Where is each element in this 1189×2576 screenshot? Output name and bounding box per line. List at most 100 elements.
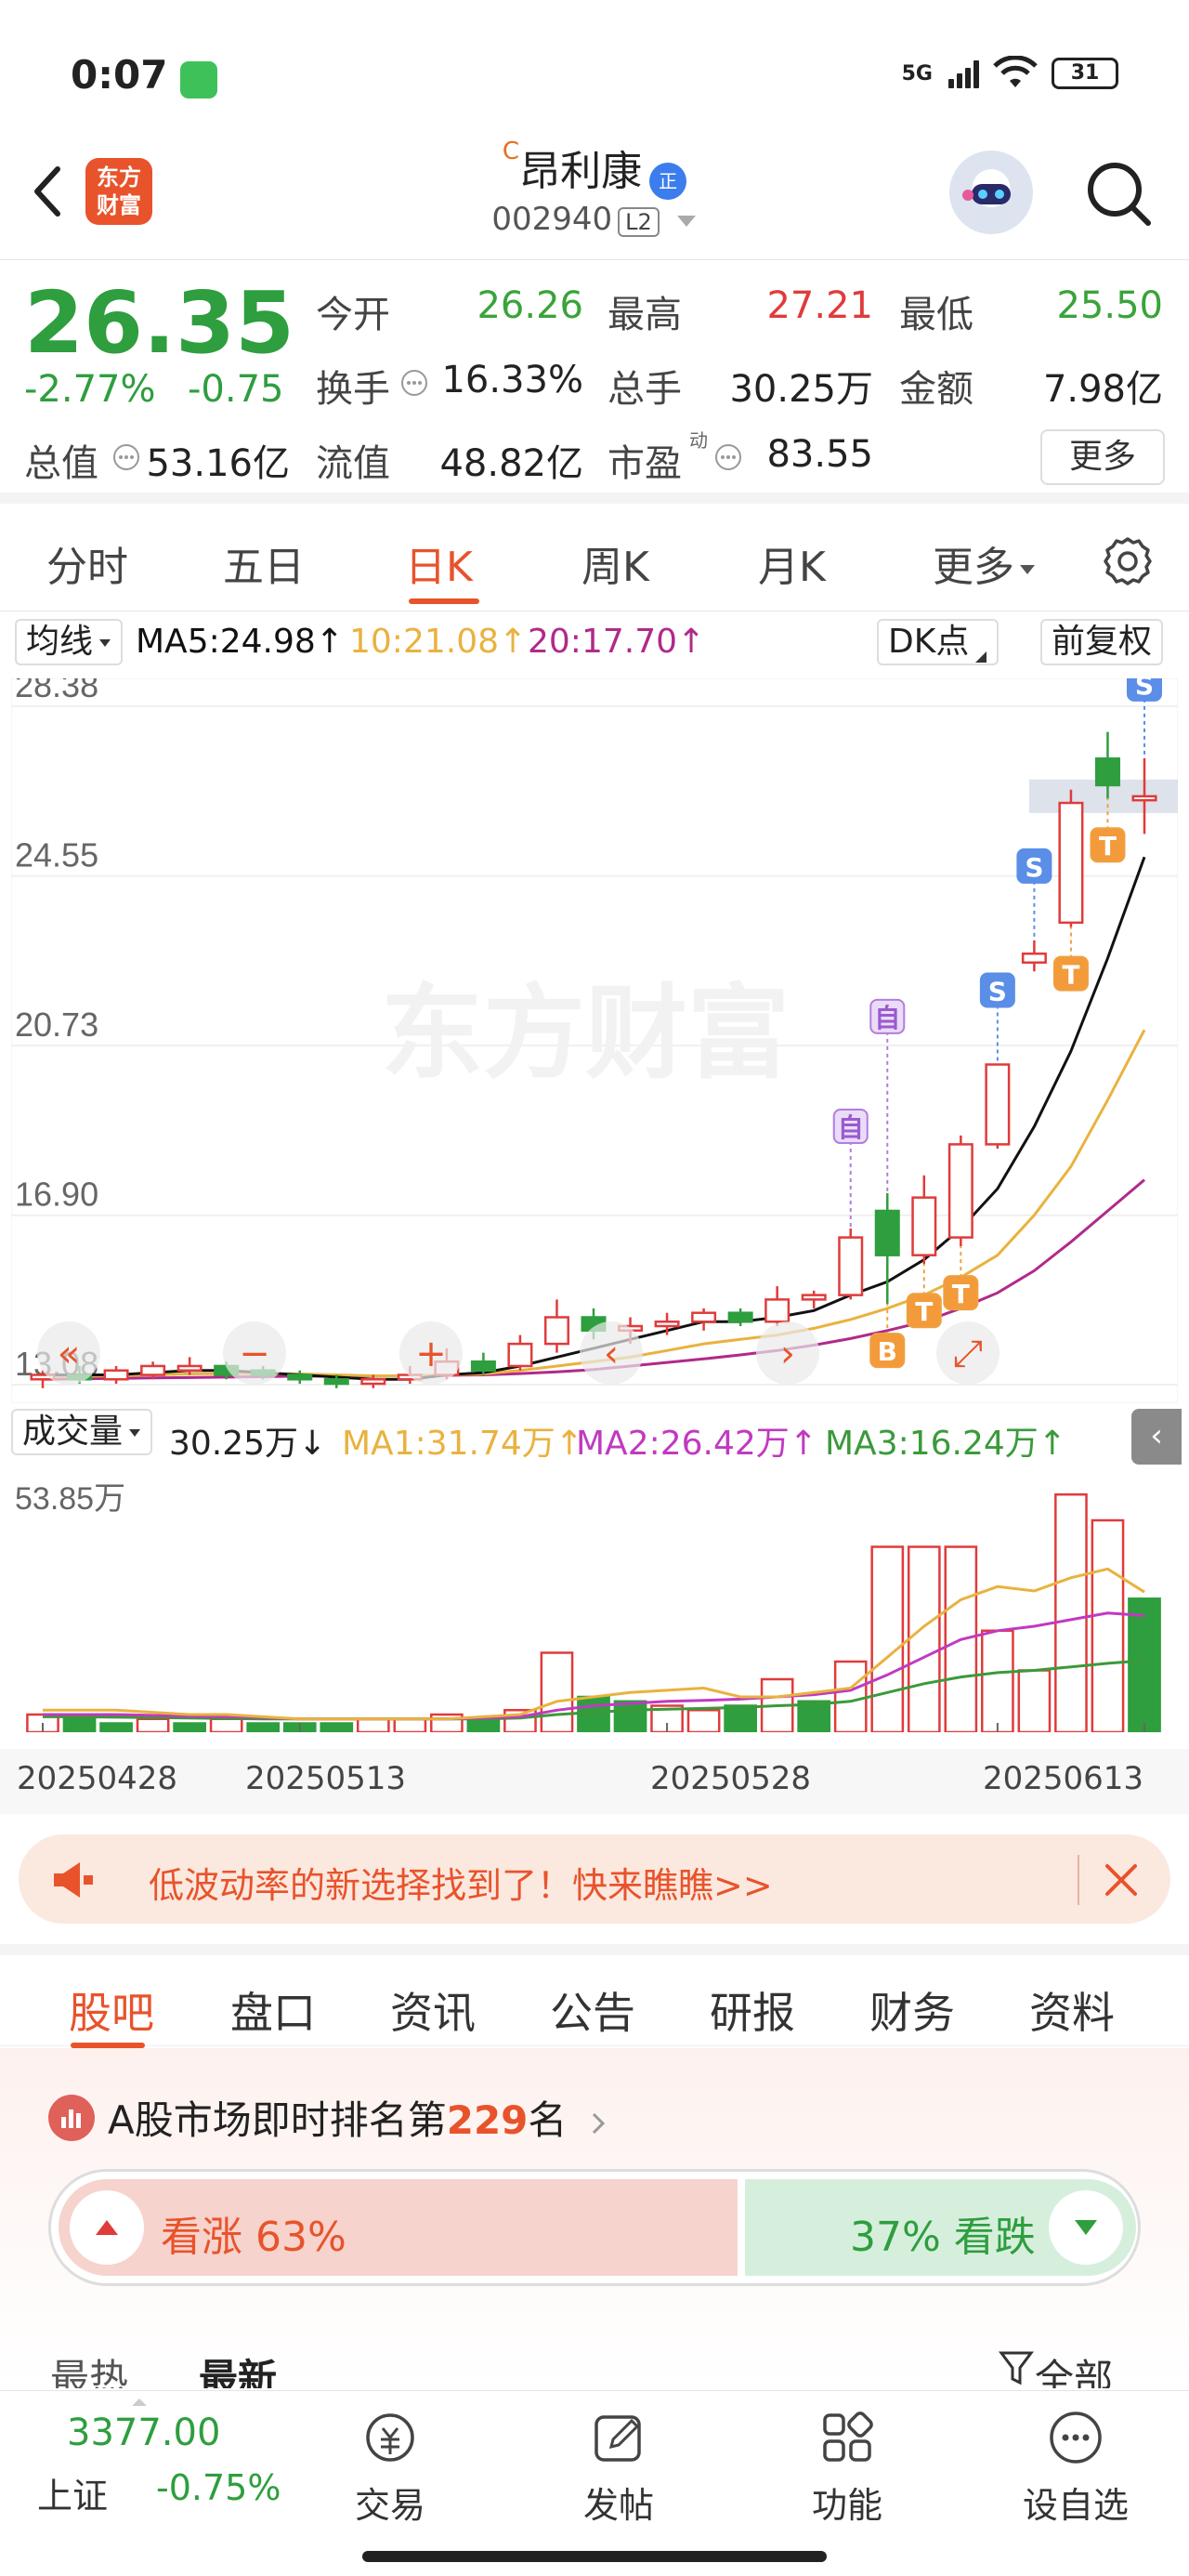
turnover-label: 换手 (316, 368, 390, 411)
gear-icon[interactable] (1102, 535, 1154, 587)
bottom-nav: 3377.00 上证 -0.75% 交易 发帖 功能 设自选 (0, 2390, 1189, 2576)
chart-control-glyph: ‹ (604, 1333, 619, 1375)
candle-body (140, 1364, 166, 1376)
vma1-value: MA1:31.74万↑ (342, 1425, 583, 1463)
tab-research[interactable]: 研报 (710, 1979, 795, 2041)
volume-selector-label: 成交量 (22, 1413, 124, 1451)
high-value: 27.21 (766, 284, 873, 327)
market-rank[interactable]: A股市场即时排名第229名 (108, 2089, 608, 2146)
info-icon[interactable] (111, 442, 141, 472)
search-icon[interactable] (1081, 156, 1156, 230)
ma10-text: 10:21.08 (349, 623, 499, 661)
tab-finance[interactable]: 财务 (869, 1979, 955, 2041)
tab-five-day[interactable]: 五日 (223, 533, 305, 593)
dropdown-arrow-icon (99, 639, 111, 647)
candle-body (176, 1364, 203, 1372)
content-tabs: 股吧 盘口 资讯 公告 研报 财务 资料 (0, 1944, 1189, 2048)
tab-guba[interactable]: 股吧 (69, 1979, 154, 2041)
collapse-side-panel-button[interactable]: ‹ (1131, 1409, 1182, 1465)
volume-bar (907, 1545, 941, 1732)
date-tick: 20250528 (650, 1760, 812, 1797)
stock-prefix: C (502, 138, 520, 165)
tab-news[interactable]: 资讯 (390, 1979, 476, 2041)
filter-all-label: 全部 (1035, 2356, 1114, 2388)
volume-bar (356, 1717, 390, 1732)
dk-point-toggle[interactable]: DK点 (877, 619, 1000, 665)
volume-bar (1128, 1597, 1161, 1732)
tab-more-periods[interactable]: 更多 (933, 533, 1037, 593)
candle-body (323, 1378, 349, 1386)
sort-hot[interactable]: 最热 (50, 2347, 128, 2388)
kline-chart[interactable]: 28.3824.5520.7316.9013.08东方财富自自BTTSSTTS«… (11, 678, 1178, 1403)
indicator-selector[interactable]: 均线 (15, 619, 124, 665)
candle-body (1094, 757, 1120, 787)
signal-icon (946, 59, 979, 88)
tab-daily-k[interactable]: 日K (405, 533, 473, 593)
tab-profile[interactable]: 资料 (1029, 1979, 1115, 2041)
float-value: 48.82亿 (439, 442, 583, 485)
nav-functions-label: 功能 (811, 2485, 882, 2526)
volume-bar (62, 1717, 97, 1732)
total-value-label: 总值 (24, 442, 98, 485)
vote-bull-button[interactable] (70, 2190, 144, 2265)
candle-body (360, 1378, 386, 1386)
ai-assistant-icon[interactable] (949, 151, 1033, 234)
sort-latest[interactable]: 最新 (199, 2347, 277, 2388)
nav-post-label: 发帖 (582, 2485, 654, 2526)
volume-bar (1017, 1669, 1052, 1732)
candle-body (985, 1063, 1011, 1146)
expand-arrow-icon (132, 2399, 147, 2406)
tab-pankou[interactable]: 盘口 (230, 1979, 316, 2041)
info-icon[interactable] (399, 368, 429, 398)
more-quote-button[interactable]: 更多 (1040, 429, 1165, 485)
low-value: 25.50 (1056, 284, 1163, 327)
volume-legend-row: 成交量 30.25万↓ MA1:31.74万↑ MA2:26.42万↑ MA3:… (0, 1409, 1189, 1463)
rank-section: A股市场即时排名第229名 看涨 63% 37% 看跌 最热 最新 全部 (0, 2048, 1189, 2388)
volume-chart[interactable]: 53.85万 (11, 1466, 1178, 1732)
candle-body (727, 1311, 753, 1323)
tab-announcements[interactable]: 公告 (550, 1979, 635, 2041)
candle-body (874, 1209, 900, 1256)
grid-icon (823, 2412, 873, 2462)
dropdown-arrow-icon (1020, 565, 1035, 574)
candle-body (507, 1342, 533, 1368)
volume-bar (1091, 1518, 1125, 1732)
volume-bar (173, 1722, 206, 1732)
volume-indicator-selector[interactable]: 成交量 (11, 1409, 153, 1455)
close-icon[interactable] (1096, 1855, 1146, 1905)
nav-functions[interactable]: 功能 (773, 2408, 921, 2528)
tab-intraday[interactable]: 分时 (46, 533, 128, 593)
change-percent: -2.77% (24, 368, 156, 411)
volume-bar (540, 1651, 574, 1732)
level2-badge: L2 (618, 207, 660, 237)
ma5-text: MA5:24.98 (136, 623, 316, 661)
marker-label: S (988, 977, 1007, 1007)
vma2-text: MA2:26.42万 (576, 1425, 790, 1463)
chart-control-glyph: « (58, 1333, 80, 1375)
vote-bear-button[interactable] (1049, 2190, 1123, 2265)
adjust-toggle[interactable]: 前复权 (1040, 619, 1164, 665)
info-icon[interactable] (713, 442, 743, 472)
nav-add-watchlist[interactable]: 设自选 (1001, 2408, 1150, 2528)
dk-point-label: DK点 (888, 623, 970, 661)
marker-label: T (1062, 960, 1079, 991)
volume-bar (577, 1695, 610, 1732)
vma2-value: MA2:26.42万↑ (576, 1425, 817, 1463)
wifi-icon (993, 56, 1038, 87)
promo-banner[interactable]: 低波动率的新选择找到了！快来瞧瞧>> (19, 1834, 1170, 1924)
rank-prefix: A股市场即时排名第 (108, 2097, 447, 2143)
candle-body (103, 1369, 129, 1381)
nav-post[interactable]: 发帖 (544, 2408, 693, 2528)
dropdown-arrow-icon (676, 215, 696, 227)
filter-all[interactable]: 全部 (998, 2347, 1113, 2388)
ma5-value: MA5:24.98↑ (136, 623, 344, 661)
marker-label: T (1099, 831, 1117, 861)
candle-body (1058, 801, 1084, 925)
open-label: 今开 (316, 294, 390, 336)
chart-control-glyph: − (239, 1333, 270, 1375)
tab-weekly-k[interactable]: 周K (581, 533, 649, 593)
nav-trade[interactable]: 交易 (316, 2408, 464, 2528)
bear-label: 37% 看跌 (850, 2214, 1036, 2261)
tab-monthly-k[interactable]: 月K (758, 533, 826, 593)
network-label: 5G (901, 61, 933, 85)
